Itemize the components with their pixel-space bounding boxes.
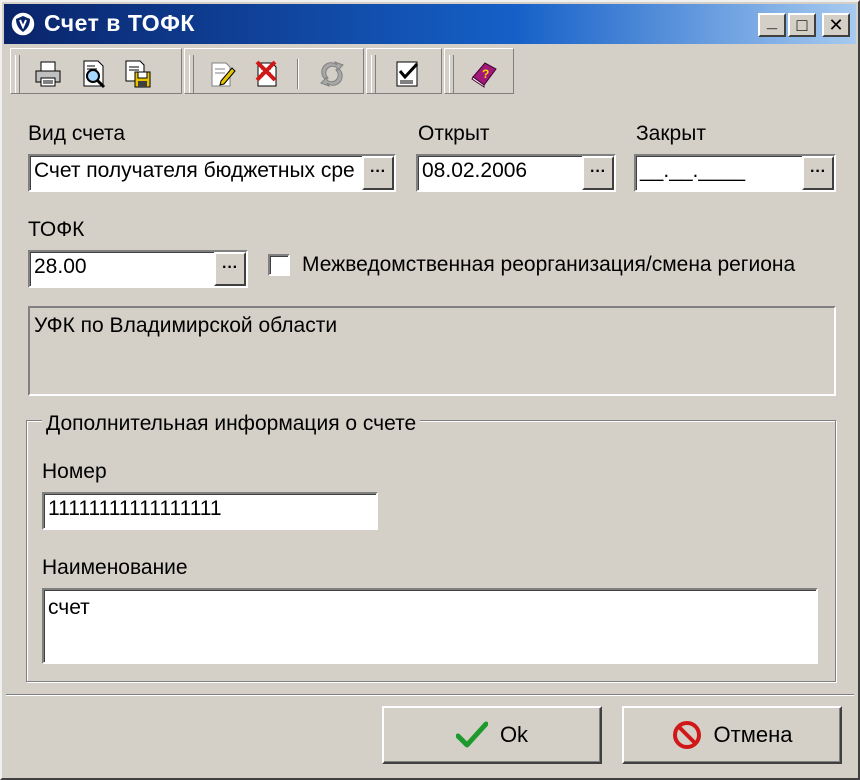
- account-type-field[interactable]: Счет получателя бюджетных сре: [28, 154, 396, 192]
- dialog-window: Счет в ТОФК _ □ ✕ ? Вид счета Счет получ…: [0, 0, 860, 780]
- toolbar-grip[interactable]: [15, 55, 20, 93]
- toolbar-grip[interactable]: [449, 55, 454, 93]
- close-button[interactable]: ✕: [822, 13, 850, 37]
- toolbar-group-file: [10, 48, 182, 94]
- tofk-label: ТОФК: [28, 218, 85, 241]
- maximize-icon: □: [796, 14, 808, 35]
- bottom-separator: [6, 694, 854, 696]
- tofk-ellipsis-button[interactable]: ···: [214, 252, 246, 286]
- toolbar-grip[interactable]: [371, 55, 376, 93]
- opened-date-value: 08.02.2006: [422, 159, 528, 182]
- tofk-name-panel: УФК по Владимирской области: [28, 306, 836, 396]
- ok-button-label: Ok: [499, 722, 529, 747]
- opened-label: Открыт: [418, 122, 490, 145]
- extra-info-group-title: Дополнительная информация о счете: [42, 412, 421, 436]
- toolbar-group-edit: [184, 48, 364, 94]
- tofk-value: 28.00: [34, 255, 87, 278]
- number-label: Номер: [42, 460, 107, 483]
- maximize-button[interactable]: □: [788, 13, 816, 37]
- window-title: Счет в ТОФК: [44, 10, 195, 36]
- delete-icon[interactable]: [253, 59, 283, 89]
- document-check-icon[interactable]: [393, 59, 423, 89]
- tofk-name-text: УФК по Владимирской области: [34, 314, 338, 337]
- account-type-label: Вид счета: [28, 122, 126, 145]
- number-value: 11111111111111111: [48, 497, 222, 520]
- close-icon: ✕: [828, 14, 844, 35]
- reorg-checkbox[interactable]: [268, 254, 290, 276]
- toolbar: ?: [4, 46, 856, 98]
- refresh-icon[interactable]: [317, 59, 347, 89]
- cancel-button-label: Отмена: [713, 722, 793, 747]
- name-value: счет: [48, 596, 90, 619]
- title-bar[interactable]: Счет в ТОФК _ □ ✕: [4, 4, 856, 44]
- name-memo-field[interactable]: счет: [42, 588, 818, 664]
- account-type-value: Счет получателя бюджетных сре: [34, 159, 355, 182]
- app-shield-icon: [10, 11, 36, 37]
- reorg-checkbox-label[interactable]: Межведомственная реорганизация/смена рег…: [302, 253, 795, 277]
- cancel-icon: [672, 721, 701, 749]
- toolbar-separator: [297, 59, 299, 89]
- toolbar-group-help: ?: [444, 48, 514, 94]
- minimize-button[interactable]: _: [758, 10, 786, 37]
- toolbar-grip[interactable]: [189, 55, 194, 93]
- edit-icon[interactable]: [207, 59, 237, 89]
- save-icon[interactable]: [123, 59, 153, 89]
- opened-date-ellipsis-button[interactable]: ···: [582, 156, 614, 190]
- minimize-icon: _: [766, 10, 777, 31]
- print-icon[interactable]: [33, 59, 63, 89]
- name-label: Наименование: [42, 556, 188, 579]
- closed-date-ellipsis-button[interactable]: ···: [802, 156, 834, 190]
- checkmark-icon: [455, 721, 488, 748]
- number-field[interactable]: 11111111111111111: [42, 492, 378, 530]
- preview-icon[interactable]: [79, 59, 109, 89]
- closed-date-value: __.__.____: [640, 159, 746, 182]
- ok-button[interactable]: Ok: [382, 706, 602, 764]
- svg-text:?: ?: [482, 67, 489, 81]
- closed-label: Закрыт: [636, 122, 706, 145]
- help-book-icon[interactable]: ?: [469, 59, 499, 89]
- toolbar-group-report: [366, 48, 442, 94]
- account-type-ellipsis-button[interactable]: ···: [362, 156, 394, 190]
- cancel-button[interactable]: Отмена: [622, 706, 842, 764]
